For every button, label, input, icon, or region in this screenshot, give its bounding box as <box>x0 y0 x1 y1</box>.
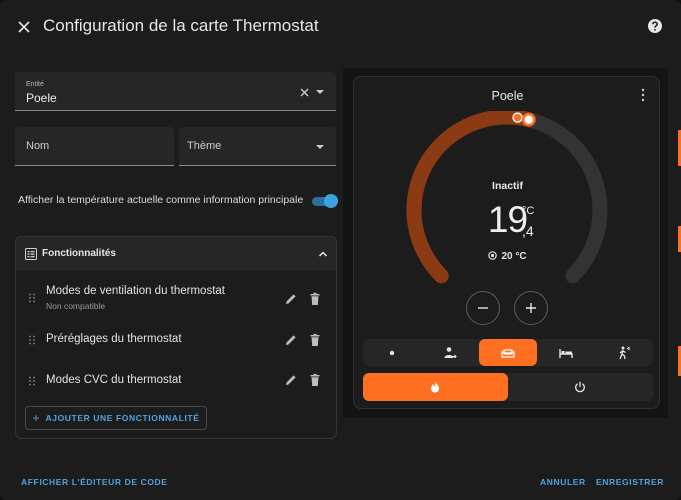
drag-handle-icon[interactable] <box>28 293 36 303</box>
target-icon <box>488 251 498 260</box>
help-icon <box>648 19 662 33</box>
close-icon <box>18 21 30 33</box>
plus-icon: + <box>32 411 40 425</box>
feature-row: Préréglages du thermostat <box>16 327 336 367</box>
entity-field[interactable]: Entité Poele <box>15 72 336 111</box>
temperature-unit: °C <box>522 205 535 217</box>
edit-icon[interactable] <box>284 373 298 387</box>
feature-subtitle: Non compatible <box>46 301 106 311</box>
clear-icon[interactable] <box>300 88 309 97</box>
minus-icon <box>478 307 488 309</box>
preset-sleep-button[interactable] <box>537 339 595 366</box>
hvac-heat-button[interactable] <box>363 373 508 401</box>
card-config-dialog: Configuration de la carte Thermostat Ent… <box>0 0 681 500</box>
features-header[interactable]: Fonctionnalités <box>16 237 336 270</box>
preset-comfort-button[interactable] <box>479 339 537 366</box>
feature-row: Modes de ventilation du thermostat Non c… <box>16 279 336 319</box>
bed-icon <box>559 349 573 358</box>
feature-name: Modes de ventilation du thermostat <box>46 285 225 297</box>
target-temperature-value: 20 °C <box>501 251 527 262</box>
person-arrow-icon <box>444 347 457 359</box>
sofa-icon <box>501 349 515 358</box>
dialog-header: Configuration de la carte Thermostat <box>0 0 681 54</box>
delete-icon[interactable] <box>308 333 322 347</box>
close-button[interactable] <box>12 15 36 39</box>
add-feature-label: AJOUTER UNE FONCTIONNALITÉ <box>45 413 200 423</box>
edit-icon[interactable] <box>284 333 298 347</box>
person-walking-icon <box>619 346 631 360</box>
help-button[interactable] <box>645 16 665 36</box>
save-button[interactable]: ENREGISTRER <box>596 477 664 487</box>
decrease-button[interactable] <box>466 291 500 325</box>
list-icon <box>25 248 37 260</box>
theme-select[interactable]: Thème <box>179 127 336 166</box>
show-code-editor-button[interactable]: AFFICHER L'ÉDITEUR DE CODE <box>21 477 168 487</box>
preset-mode-bar <box>363 339 653 366</box>
feature-name: Préréglages du thermostat <box>46 333 182 345</box>
hvac-state: Inactif <box>492 180 523 192</box>
dropdown-arrow-icon[interactable] <box>316 90 324 94</box>
features-panel: Fonctionnalités Modes de ventilation du … <box>15 236 337 439</box>
dot-icon <box>389 350 395 356</box>
dialog-title: Configuration de la carte Thermostat <box>43 16 319 35</box>
delete-icon[interactable] <box>308 292 322 306</box>
power-icon <box>575 381 585 393</box>
hvac-off-button[interactable] <box>508 373 653 401</box>
name-field[interactable]: Nom <box>15 127 174 166</box>
target-temperature: 20 °C <box>354 251 661 262</box>
target-temp-handle <box>521 112 536 127</box>
dropdown-arrow-icon <box>316 145 324 149</box>
preset-away-button[interactable] <box>421 339 479 366</box>
preset-activity-button[interactable] <box>595 339 653 366</box>
hvac-mode-bar <box>363 373 653 401</box>
feature-name: Modes CVC du thermostat <box>46 374 182 386</box>
chevron-up-icon <box>318 251 328 257</box>
card-title: Poele <box>491 89 524 103</box>
drag-handle-icon[interactable] <box>28 376 36 386</box>
current-temperature: 19 °C ,4 <box>354 199 661 243</box>
cancel-button[interactable]: ANNULER <box>540 477 586 487</box>
preset-none-button[interactable] <box>363 339 421 366</box>
card-preview: Poele Inactif 19 °C ,4 20 °C <box>343 68 668 418</box>
flame-icon <box>431 381 439 393</box>
entity-field-label: Entité <box>26 81 44 88</box>
toggle-knob <box>324 194 338 208</box>
entity-field-value: Poele <box>26 91 57 105</box>
feature-row: Modes CVC du thermostat <box>16 368 336 408</box>
current-temp-marker <box>512 112 523 123</box>
delete-icon[interactable] <box>308 373 322 387</box>
features-title: Fonctionnalités <box>42 248 116 259</box>
more-options-icon[interactable] <box>640 88 646 102</box>
show-current-temp-toggle[interactable] <box>312 194 338 208</box>
drag-handle-icon[interactable] <box>28 335 36 345</box>
add-feature-button[interactable]: + AJOUTER UNE FONCTIONNALITÉ <box>25 406 207 430</box>
theme-select-placeholder: Thème <box>187 140 222 152</box>
show-current-temp-label: Afficher la température actuelle comme i… <box>18 194 304 206</box>
thermostat-card: Poele Inactif 19 °C ,4 20 °C <box>353 76 660 409</box>
edit-icon[interactable] <box>284 292 298 306</box>
name-field-placeholder: Nom <box>26 140 50 152</box>
temperature-decimal: ,4 <box>522 223 534 239</box>
increase-button[interactable] <box>514 291 548 325</box>
plus-icon <box>526 303 536 313</box>
